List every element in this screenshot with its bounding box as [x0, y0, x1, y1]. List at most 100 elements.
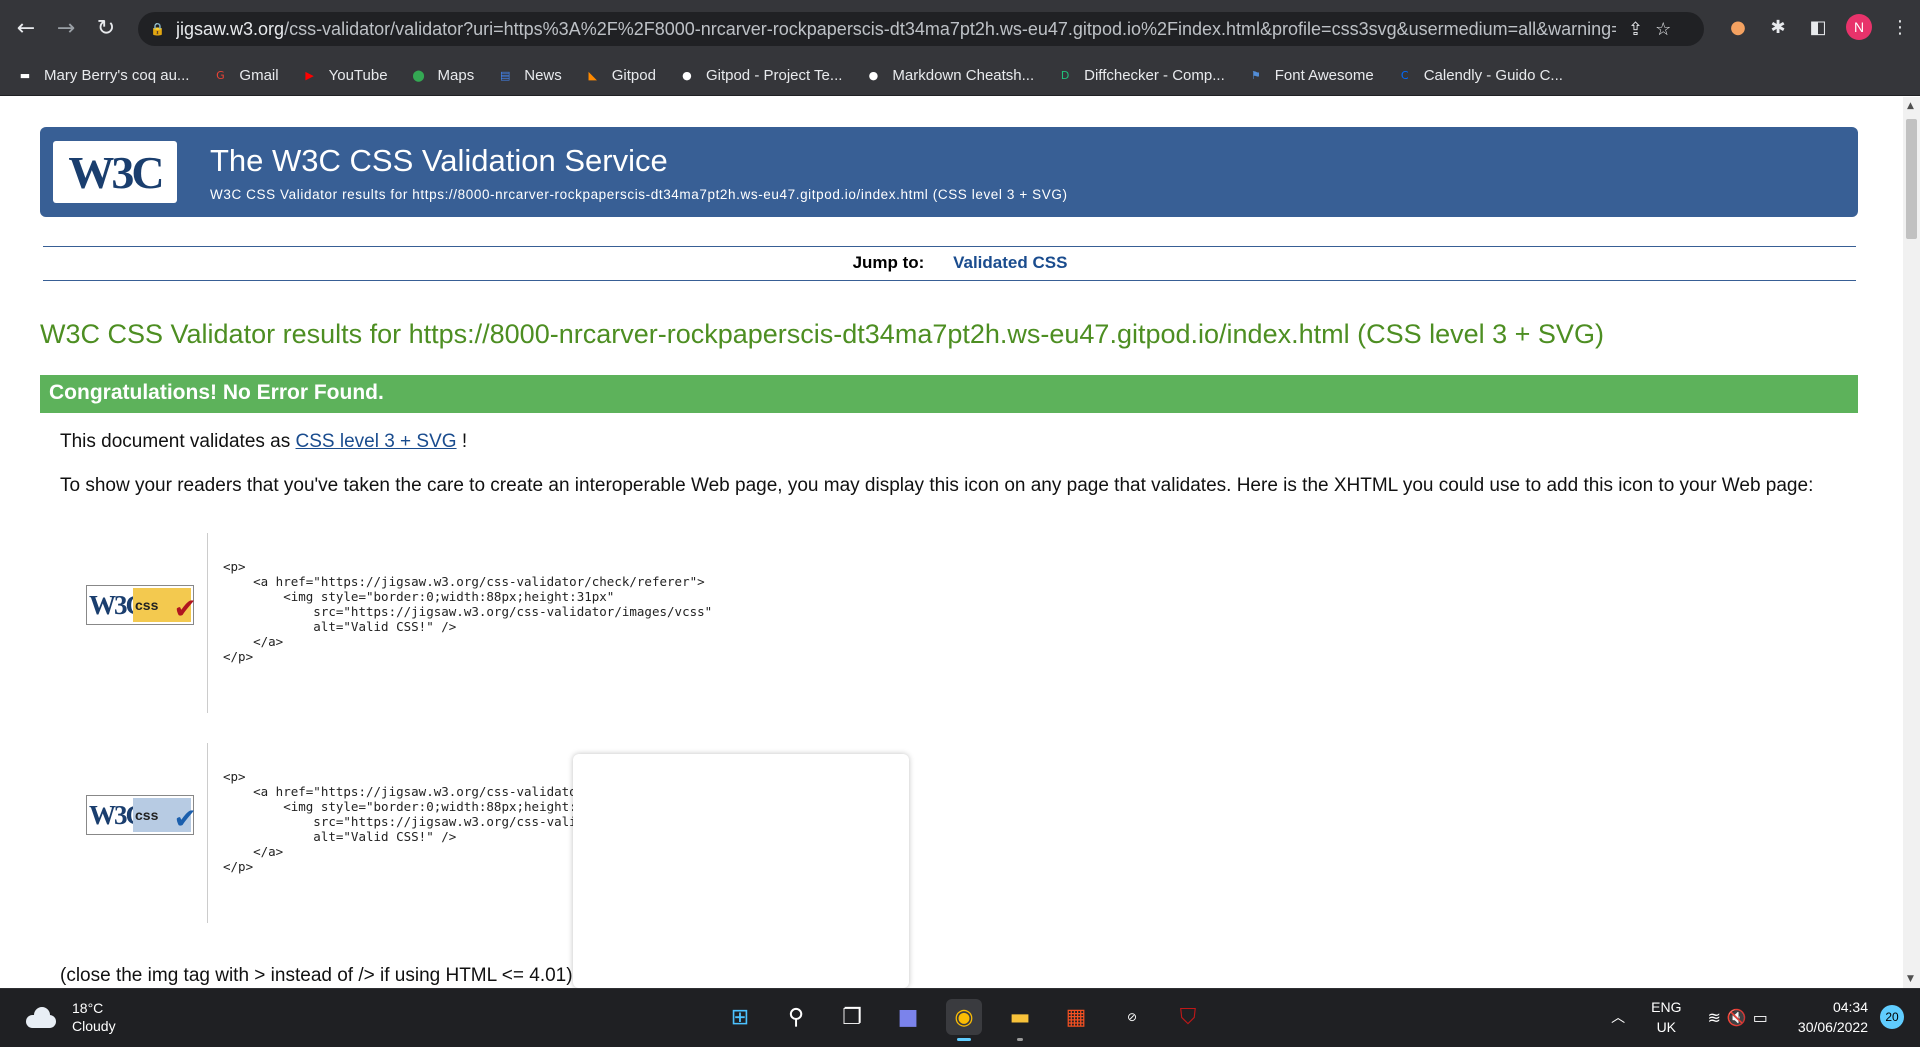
valid-css-badge-blue[interactable]: W3C css ✔ — [86, 795, 197, 835]
icon-info-paragraph: To show your readers that you've taken t… — [60, 475, 1814, 496]
bookmark-label: YouTube — [328, 67, 388, 84]
calendly-icon: C — [1400, 69, 1409, 82]
profile-avatar[interactable]: N — [1846, 14, 1872, 40]
divider — [43, 280, 1856, 281]
jump-link-validated-css[interactable]: Validated CSS — [953, 253, 1067, 272]
clock-date: 30/06/2022 — [1797, 1019, 1868, 1035]
side-panel-icon[interactable]: ◧ — [1806, 15, 1830, 39]
extension-icon[interactable]: ● — [1726, 15, 1750, 39]
mcafee-icon[interactable]: ⛉ — [1170, 999, 1206, 1035]
gitpod-icon: ◣ — [588, 69, 597, 82]
success-banner: Congratulations! No Error Found. — [40, 375, 1858, 413]
flag-icon: ⚑ — [1250, 69, 1261, 82]
bookmark-item[interactable]: ⬤ Maps — [410, 67, 474, 85]
github-icon: ● — [682, 69, 692, 82]
clock-time: 04:34 — [1832, 999, 1868, 1015]
bookmark-item[interactable]: ▶ YouTube — [301, 67, 388, 85]
chevron-up-icon[interactable]: ︿ — [1611, 1007, 1625, 1027]
address-bar[interactable]: 🔒 jigsaw.w3.org/css-validator/validator?… — [138, 12, 1704, 46]
bookmark-label: Gitpod — [611, 67, 656, 84]
search-icon[interactable]: ⚲ — [778, 999, 814, 1035]
wifi-volume-battery-icons[interactable]: ≋🔇▭ — [1707, 1008, 1773, 1027]
bookmark-label: Gmail — [239, 67, 279, 84]
w3c-logo[interactable]: W3C — [53, 141, 177, 203]
results-title: W3C CSS Validator results for https://80… — [40, 319, 1604, 349]
close-tag-note: (close the img tag with > instead of /> … — [60, 965, 573, 986]
header-banner: W3C The W3C CSS Validation Service W3C C… — [40, 127, 1858, 217]
checkmark-icon: ✔ — [173, 592, 197, 625]
bookmark-label: Markdown Cheatsh... — [892, 67, 1035, 84]
bookmark-label: Mary Berry's coq au... — [44, 67, 190, 84]
validates-suffix: ! — [456, 431, 468, 452]
file-explorer-icon[interactable]: ▬ — [1002, 999, 1038, 1041]
teams-chat-icon[interactable]: ■ — [890, 999, 926, 1035]
scroll-thumb[interactable] — [1906, 119, 1917, 239]
bookmark-label: Diffchecker - Comp... — [1084, 67, 1225, 84]
validates-prefix: This document validates as — [60, 431, 296, 452]
divider — [207, 533, 208, 713]
bookmark-label: Font Awesome — [1274, 67, 1374, 84]
clock[interactable]: 04:34 30/06/2022 — [1798, 997, 1868, 1037]
badge-block-blue: W3C css ✔ <p> <a href="https://jigsaw.w3… — [72, 743, 1072, 923]
url-text[interactable]: jigsaw.w3.org/css-validator/validator?ur… — [176, 19, 1616, 40]
cloud-icon — [24, 1005, 58, 1029]
scrollbar[interactable]: ▲ ▼ — [1903, 97, 1920, 988]
chrome-icon[interactable]: ◉ — [946, 999, 982, 1041]
menu-dots-icon[interactable]: ⋮ — [1888, 15, 1912, 39]
scroll-up-icon[interactable]: ▲ — [1907, 101, 1914, 111]
bookmark-item[interactable]: D Diffchecker - Comp... — [1056, 67, 1225, 85]
divider — [43, 246, 1856, 247]
badge-block-gold: W3C css ✔ <p> <a href="https://jigsaw.w3… — [72, 533, 1072, 713]
bookmark-item[interactable]: C Calendly - Guido C... — [1396, 67, 1563, 85]
lock-icon[interactable]: 🔒 — [150, 22, 165, 36]
bookmark-item[interactable]: G Gmail — [211, 67, 278, 85]
scroll-down-icon[interactable]: ▼ — [1907, 974, 1914, 984]
weather-condition: Cloudy — [72, 1018, 116, 1034]
github-icon: ● — [868, 69, 879, 82]
url-path: /css-validator/validator?uri=https%3A%2F… — [284, 18, 1616, 39]
language-indicator[interactable]: ENG UK — [1651, 997, 1681, 1037]
task-view-icon[interactable]: ❐ — [834, 999, 870, 1035]
windows-start-icon[interactable]: ⊞ — [722, 999, 758, 1035]
bookmark-item[interactable]: ◣ Gitpod — [584, 67, 656, 85]
bookmark-item[interactable]: ● Markdown Cheatsh... — [864, 67, 1035, 85]
url-host: jigsaw.w3.org — [176, 18, 285, 39]
css-level-link[interactable]: CSS level 3 + SVG — [296, 431, 457, 452]
jump-nav: Jump to: Validated CSS — [0, 253, 1920, 273]
news-icon: ▤ — [500, 69, 511, 82]
bookmark-item[interactable]: ▤ News — [496, 67, 562, 85]
star-icon[interactable]: ☆ — [1655, 19, 1671, 40]
bookmarks-bar: ▬ Mary Berry's coq au... G Gmail ▶ YouTube ⬤ Ma… — [0, 56, 1920, 96]
page-viewport: W3C The W3C CSS Validation Service W3C C… — [0, 97, 1920, 988]
lang-region: UK — [1656, 1019, 1677, 1035]
bookmark-item[interactable]: ⚑ Font Awesome — [1247, 67, 1374, 85]
share-icon[interactable]: ⇪ — [1628, 19, 1643, 40]
validates-paragraph: This document validates as CSS level 3 +… — [60, 429, 467, 455]
notification-badge[interactable]: 20 — [1880, 1005, 1904, 1029]
store-icon[interactable]: ▦ — [1058, 999, 1094, 1035]
system-tray: ︿ ENG UK ≋🔇▭ 04:34 30/06/2022 20 — [1611, 997, 1904, 1037]
lang-code: ENG — [1651, 999, 1682, 1015]
bookmark-label: News — [524, 67, 562, 84]
bookmark-item[interactable]: ▬ Mary Berry's coq au... — [16, 67, 190, 85]
browser-toolbar: ← → ↻ 🔒 jigsaw.w3.org/css-validator/vali… — [0, 0, 1920, 56]
extension-area: ● ✱ ◧ N ⋮ — [1726, 14, 1912, 40]
reload-icon[interactable]: ↻ — [86, 8, 126, 48]
dell-icon[interactable]: ⊘ — [1114, 999, 1150, 1035]
windows-taskbar: 18°C Cloudy ⊞ ⚲ ❐ ■ ◉ ▬ ▦ ⊘ ⛉ ︿ ENG UK ≋… — [0, 988, 1920, 1047]
valid-css-badge-gold[interactable]: W3C css ✔ — [86, 585, 197, 625]
jump-label: Jump to: — [852, 253, 925, 272]
bookmark-label: Gitpod - Project Te... — [705, 67, 843, 84]
puzzle-icon[interactable]: ✱ — [1766, 15, 1790, 39]
banner-title[interactable]: The W3C CSS Validation Service — [210, 143, 668, 179]
back-arrow-icon[interactable]: ← — [6, 8, 46, 48]
blank-popup[interactable] — [573, 754, 909, 988]
google-icon: G — [216, 69, 225, 82]
diffchecker-icon: D — [1060, 69, 1070, 82]
code-snippet-gold: <p> <a href="https://jigsaw.w3.org/css-v… — [223, 559, 713, 664]
maps-icon: ⬤ — [412, 69, 425, 82]
forward-arrow-icon[interactable]: → — [46, 8, 86, 48]
weather-widget[interactable]: 18°C Cloudy — [24, 999, 116, 1035]
bookmark-icon: ▬ — [19, 69, 31, 82]
bookmark-item[interactable]: ● Gitpod - Project Te... — [678, 67, 842, 85]
